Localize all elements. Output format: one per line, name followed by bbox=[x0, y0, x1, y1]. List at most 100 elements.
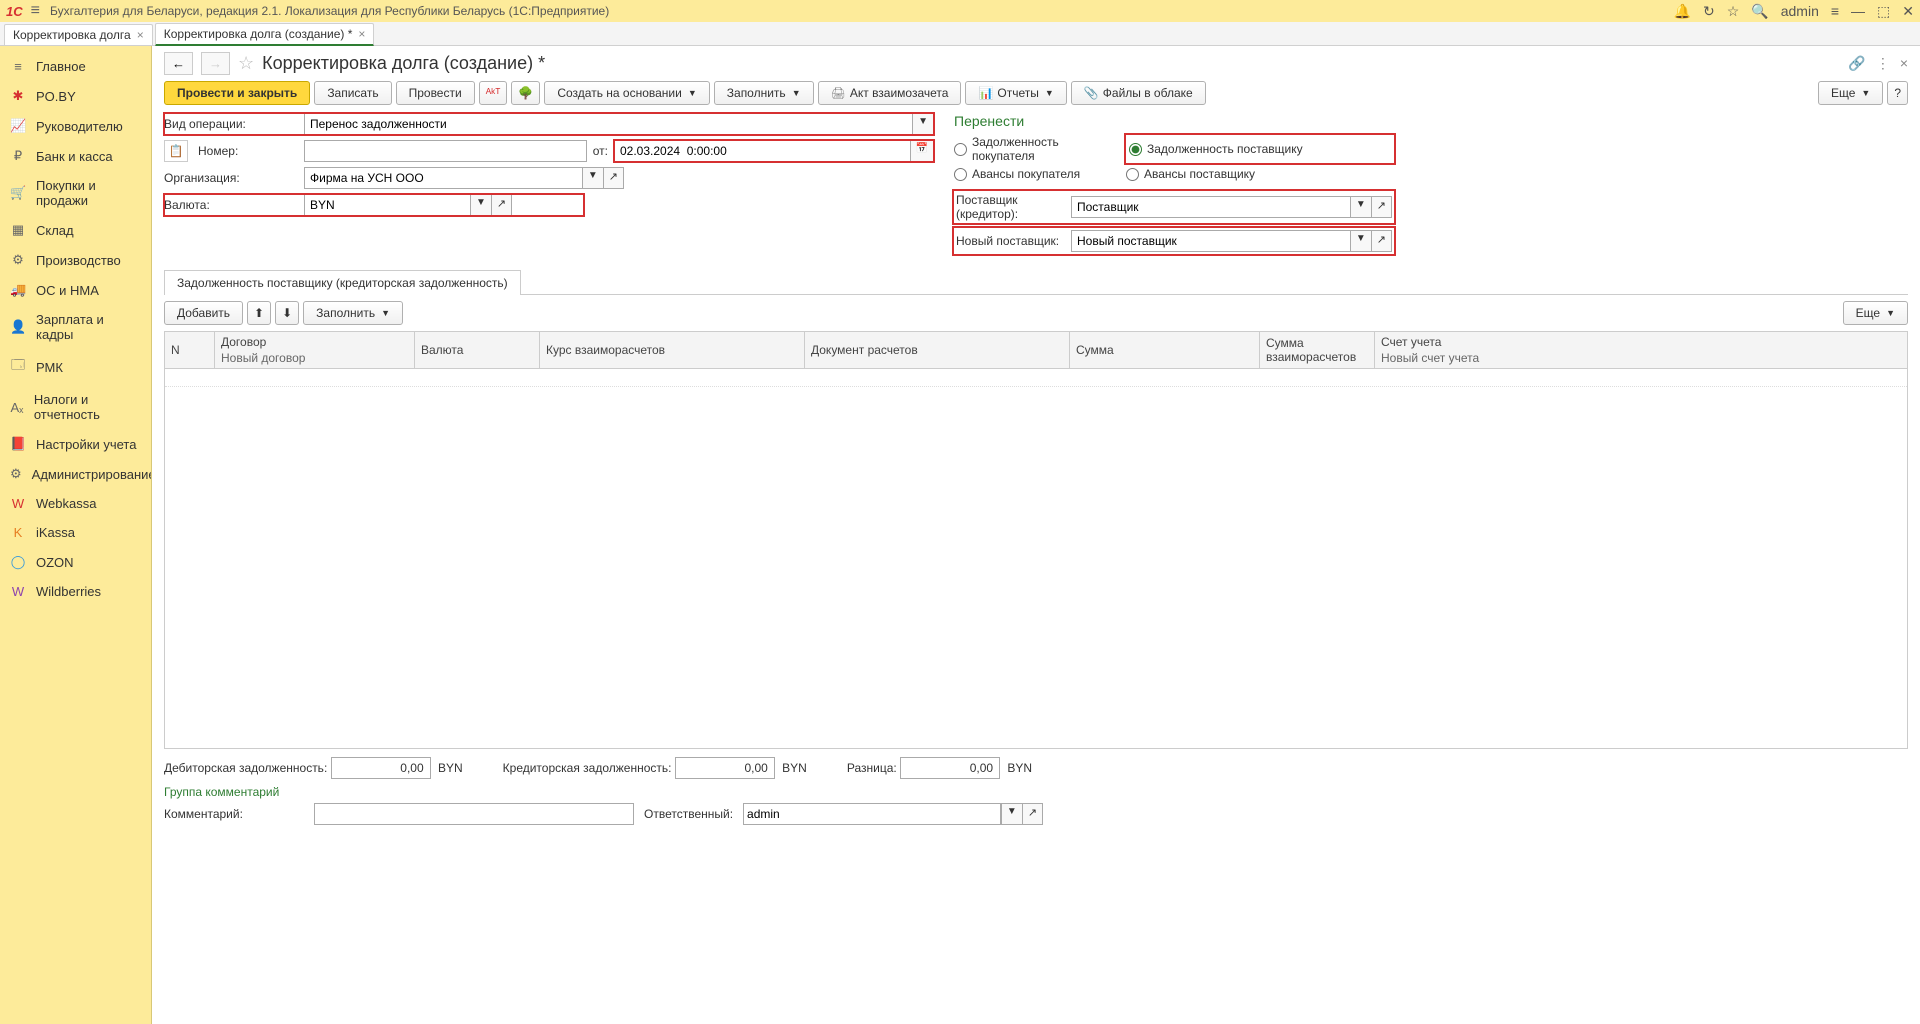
sidebar-item-manager[interactable]: 📈Руководителю bbox=[0, 111, 151, 141]
dropdown-icon[interactable]: ▼ bbox=[1350, 230, 1372, 252]
sidebar-item-admin[interactable]: ⚙Администрирование bbox=[0, 459, 151, 489]
close-icon[interactable]: ✕ bbox=[1902, 3, 1914, 20]
close-page-icon[interactable]: × bbox=[1900, 55, 1908, 72]
search-icon[interactable]: 🔍 bbox=[1751, 3, 1768, 20]
fill-button[interactable]: Заполнить▼ bbox=[714, 81, 814, 105]
sidebar-item-poby[interactable]: ✱PO.BY bbox=[0, 81, 151, 111]
sidebar-item-ozon[interactable]: ◯OZON bbox=[0, 547, 151, 577]
col-sum[interactable]: Сумма bbox=[1070, 332, 1260, 369]
col-sum-settle[interactable]: Сумма взаиморасчетов bbox=[1260, 332, 1375, 369]
maximize-icon[interactable]: ⬚ bbox=[1877, 3, 1890, 20]
tab-close-icon[interactable]: × bbox=[137, 28, 144, 42]
tab-close-icon[interactable]: × bbox=[358, 27, 365, 41]
table-more-button[interactable]: Еще▼ bbox=[1843, 301, 1908, 325]
col-n[interactable]: N bbox=[165, 332, 215, 369]
sidebar-item-assets[interactable]: 🚚ОС и НМА bbox=[0, 275, 151, 305]
settings-icon[interactable]: ≡ bbox=[1831, 3, 1839, 19]
forward-button[interactable]: → bbox=[201, 52, 230, 75]
radio-buyer-debt[interactable]: Задолженность покупателя bbox=[954, 135, 1114, 163]
open-icon[interactable]: ↗ bbox=[492, 194, 512, 216]
act-button[interactable]: 🖨Акт взаимозачета bbox=[818, 81, 962, 105]
col-rate[interactable]: Курс взаиморасчетов bbox=[540, 332, 805, 369]
bell-icon[interactable]: 🔔 bbox=[1674, 3, 1691, 20]
date-input[interactable] bbox=[614, 140, 910, 162]
sidebar-item-hr[interactable]: 👤Зарплата и кадры bbox=[0, 305, 151, 349]
radio-supplier-adv[interactable]: Авансы поставщику bbox=[1126, 167, 1394, 181]
open-icon[interactable]: ↗ bbox=[1023, 803, 1043, 825]
tab-1[interactable]: Корректировка долга × bbox=[4, 24, 153, 45]
table-body[interactable] bbox=[164, 369, 1908, 749]
col-contract[interactable]: ДоговорНовый договор bbox=[215, 332, 415, 369]
op-type-input[interactable] bbox=[304, 113, 912, 135]
sidebar-item-production[interactable]: ⚙Производство bbox=[0, 245, 151, 275]
tab-2[interactable]: Корректировка долга (создание) * × bbox=[155, 23, 375, 46]
sidebar-item-rmk[interactable]: 🗔РМК bbox=[0, 349, 151, 385]
dropdown-icon[interactable]: ▼ bbox=[470, 194, 492, 216]
minimize-icon[interactable]: — bbox=[1851, 3, 1865, 19]
move-down-button[interactable]: ⬇ bbox=[275, 301, 299, 325]
sidebar-item-warehouse[interactable]: ▦Склад bbox=[0, 215, 151, 245]
more-icon[interactable]: ⋮ bbox=[1876, 55, 1890, 72]
open-icon[interactable]: ↗ bbox=[1372, 196, 1392, 218]
comment-input[interactable] bbox=[314, 803, 634, 825]
sidebar-item-bank[interactable]: ₽Банк и касса bbox=[0, 141, 151, 171]
more-button[interactable]: Еще▼ bbox=[1818, 81, 1883, 105]
comment-group-toggle[interactable]: Группа комментарий bbox=[164, 785, 1908, 799]
currency-input[interactable] bbox=[304, 194, 470, 216]
user-label[interactable]: admin bbox=[1781, 3, 1819, 19]
table-row[interactable] bbox=[165, 369, 1907, 387]
report-icon: 📊 bbox=[978, 86, 993, 100]
new-supplier-input[interactable] bbox=[1071, 230, 1350, 252]
link-icon[interactable]: 🔗 bbox=[1848, 55, 1865, 72]
sidebar: ≡Главное ✱PO.BY 📈Руководителю ₽Банк и ка… bbox=[0, 46, 152, 1024]
org-label: Организация: bbox=[164, 171, 304, 185]
org-input[interactable] bbox=[304, 167, 582, 189]
post-button[interactable]: Провести bbox=[396, 81, 475, 105]
back-button[interactable]: ← bbox=[164, 52, 193, 75]
open-icon[interactable]: ↗ bbox=[1372, 230, 1392, 252]
dropdown-icon[interactable]: ▼ bbox=[582, 167, 604, 189]
debt-tab[interactable]: Задолженность поставщику (кредиторская з… bbox=[164, 270, 521, 295]
favorite-icon[interactable]: ☆ bbox=[238, 53, 254, 74]
add-button[interactable]: Добавить bbox=[164, 301, 243, 325]
radio-buyer-adv[interactable]: Авансы покупателя bbox=[954, 167, 1114, 181]
dt-kt-button[interactable]: ᴬᵏᵀ bbox=[479, 81, 508, 105]
dropdown-icon[interactable]: ▼ bbox=[1001, 803, 1023, 825]
files-button[interactable]: 📎Файлы в облаке bbox=[1071, 81, 1206, 105]
calendar-picker-icon[interactable]: 📅 bbox=[910, 140, 934, 162]
col-doc[interactable]: Документ расчетов bbox=[805, 332, 1070, 369]
sidebar-item-ikassa[interactable]: KiKassa bbox=[0, 518, 151, 547]
sidebar-item-tax[interactable]: AₓНалоги и отчетность bbox=[0, 385, 151, 429]
number-input[interactable] bbox=[304, 140, 587, 162]
post-close-button[interactable]: Провести и закрыть bbox=[164, 81, 310, 105]
save-button[interactable]: Записать bbox=[314, 81, 391, 105]
sidebar-item-sales[interactable]: 🛒Покупки и продажи bbox=[0, 171, 151, 215]
menu-icon[interactable]: ≡ bbox=[31, 2, 40, 20]
supplier-input[interactable] bbox=[1071, 196, 1350, 218]
open-icon[interactable]: ↗ bbox=[604, 167, 624, 189]
dropdown-icon[interactable]: ▼ bbox=[912, 113, 934, 135]
col-account[interactable]: Счет учетаНовый счет учета bbox=[1375, 332, 1908, 369]
fill-table-button[interactable]: Заполнить▼ bbox=[303, 301, 403, 325]
help-button[interactable]: ? bbox=[1887, 81, 1908, 105]
create-based-button[interactable]: Создать на основании▼ bbox=[544, 81, 709, 105]
dropdown-icon[interactable]: ▼ bbox=[1350, 196, 1372, 218]
page-header: ← → ☆ Корректировка долга (создание) * 🔗… bbox=[164, 52, 1908, 75]
op-type-label: Вид операции: bbox=[164, 117, 304, 131]
responsible-input[interactable] bbox=[743, 803, 1001, 825]
sidebar-item-wildberries[interactable]: WWildberries bbox=[0, 577, 151, 606]
col-currency[interactable]: Валюта bbox=[415, 332, 540, 369]
star-icon: ✱ bbox=[10, 88, 26, 104]
sidebar-item-settings[interactable]: 📕Настройки учета bbox=[0, 429, 151, 459]
history-icon[interactable]: ↻ bbox=[1703, 3, 1715, 20]
move-up-button[interactable]: ⬆ bbox=[247, 301, 271, 325]
structure-button[interactable]: 🌳 bbox=[511, 81, 540, 105]
sidebar-item-webkassa[interactable]: WWebkassa bbox=[0, 489, 151, 518]
reports-button[interactable]: 📊Отчеты▼ bbox=[965, 81, 1066, 105]
sidebar-item-main[interactable]: ≡Главное bbox=[0, 52, 151, 81]
radio-supplier-debt[interactable]: Задолженность поставщику bbox=[1126, 135, 1394, 163]
calendar-icon[interactable]: 📋 bbox=[164, 140, 188, 162]
comment-label: Комментарий: bbox=[164, 807, 304, 821]
star-icon[interactable]: ☆ bbox=[1727, 3, 1740, 20]
truck-icon: 🚚 bbox=[10, 282, 26, 298]
